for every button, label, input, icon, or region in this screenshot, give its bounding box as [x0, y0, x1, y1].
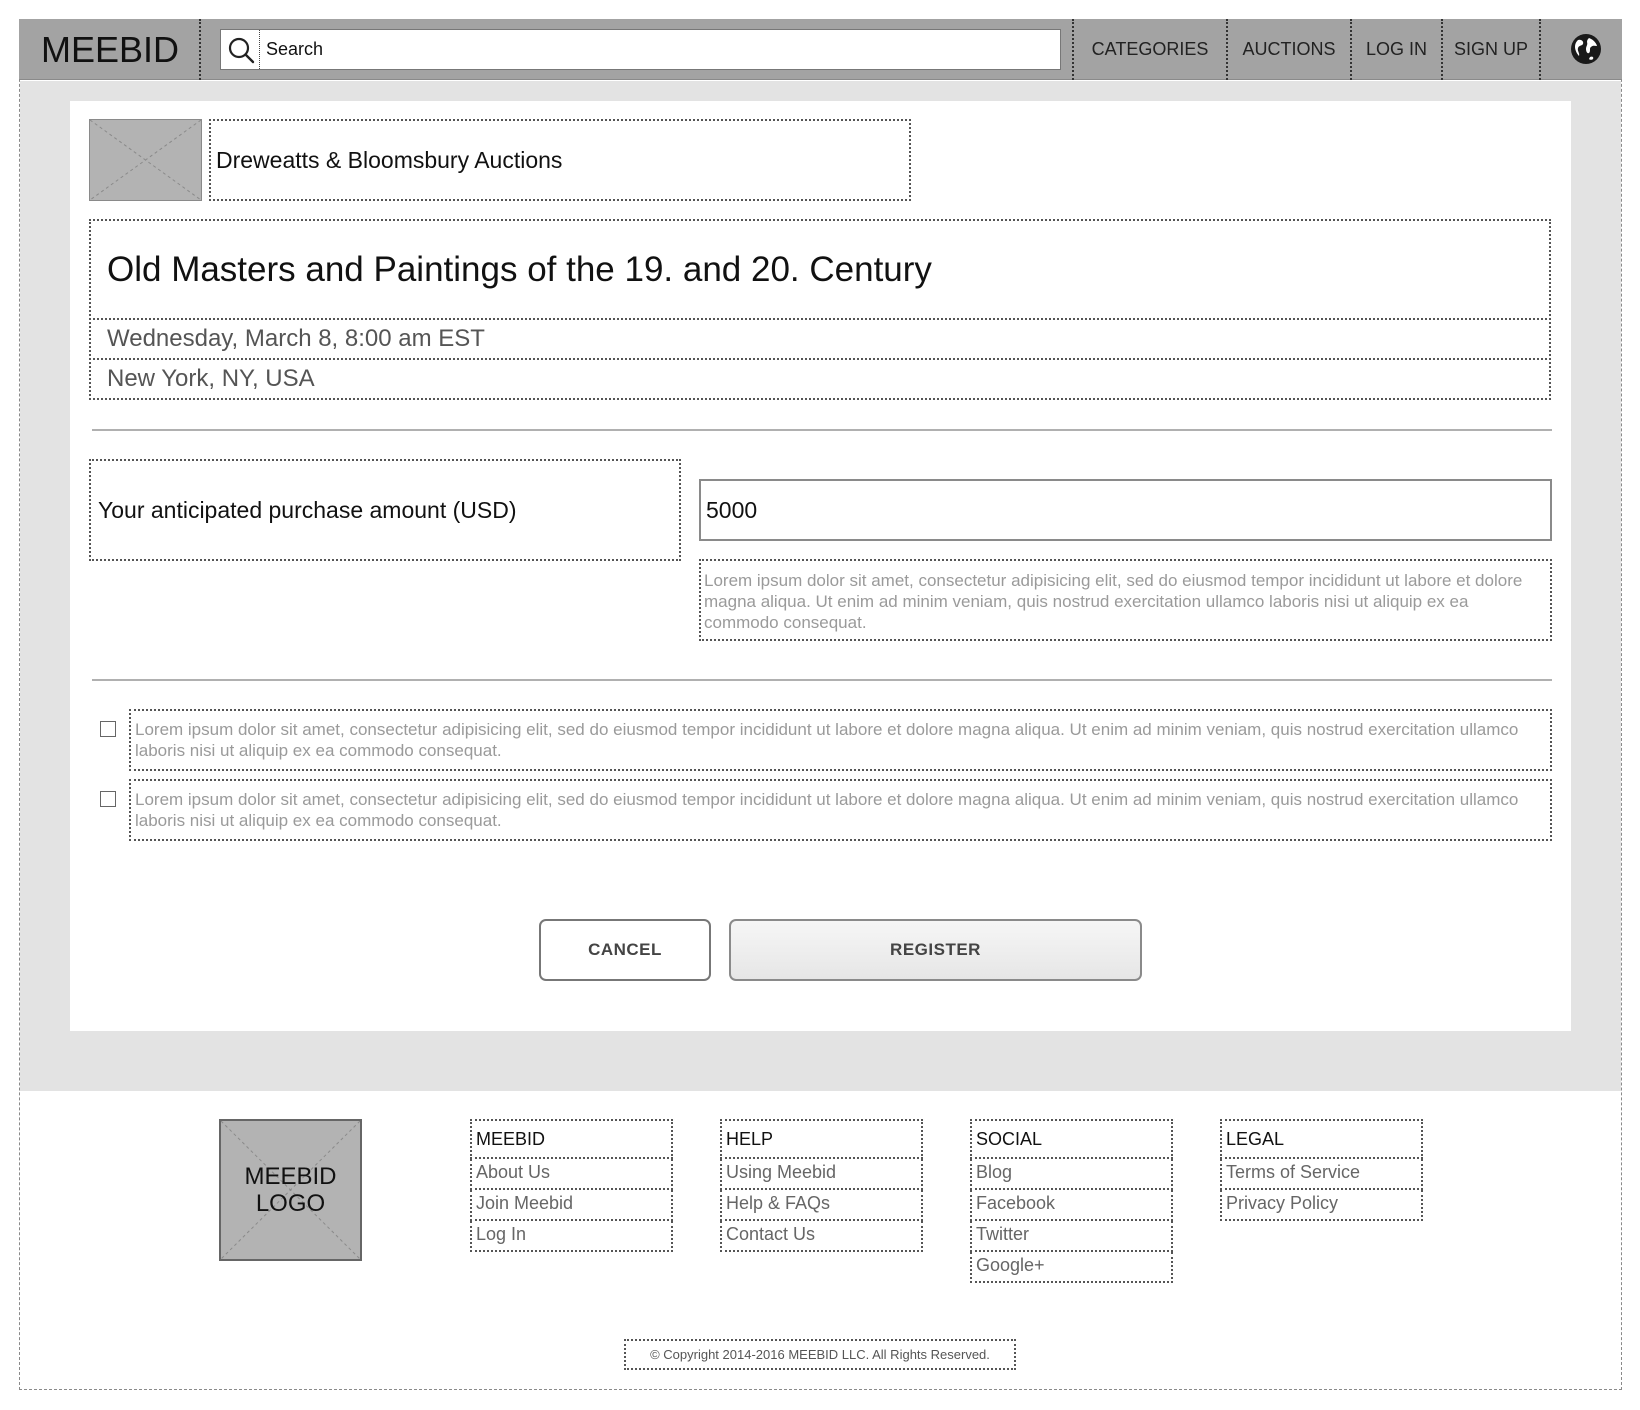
search-input[interactable]: [259, 30, 1059, 69]
auction-date: Wednesday, March 8, 8:00 am EST: [89, 318, 1551, 360]
auction-house-image: [89, 119, 202, 201]
footer-link-terms-of-service[interactable]: Terms of Service: [1220, 1159, 1423, 1190]
divider-top: [92, 429, 1552, 431]
footer-link-twitter[interactable]: Twitter: [970, 1221, 1173, 1252]
terms-text-2: Lorem ipsum dolor sit amet, consectetur …: [129, 779, 1552, 841]
top-navigation-bar: MEEBID CATEGORIES AUCTIONS LOG IN SIGN U…: [19, 19, 1622, 80]
footer-heading-social: SOCIAL: [970, 1119, 1173, 1159]
divider-bottom: [92, 679, 1552, 681]
auction-location: New York, NY, USA: [89, 358, 1551, 400]
footer-heading-meebid: MEEBID: [470, 1119, 673, 1159]
footer-link-privacy-policy[interactable]: Privacy Policy: [1220, 1190, 1423, 1221]
amount-input[interactable]: [699, 479, 1552, 541]
footer-link-blog[interactable]: Blog: [970, 1159, 1173, 1190]
nav-sign-up[interactable]: SIGN UP: [1441, 19, 1541, 80]
terms-text-1: Lorem ipsum dolor sit amet, consectetur …: [129, 709, 1552, 771]
footer-link-using-meebid[interactable]: Using Meebid: [720, 1159, 923, 1190]
image-placeholder-icon: [89, 119, 202, 201]
copyright-text: © Copyright 2014-2016 MEEBID LLC. All Ri…: [624, 1339, 1016, 1370]
brand-logo[interactable]: MEEBID: [19, 19, 201, 80]
auction-house-name[interactable]: Dreweatts & Bloomsbury Auctions: [209, 119, 911, 201]
globe-icon[interactable]: [1569, 32, 1603, 66]
footer-column-help: HELP Using Meebid Help & FAQs Contact Us: [720, 1119, 923, 1252]
amount-label: Your anticipated purchase amount (USD): [89, 459, 681, 561]
footer-logo: MEEBID LOGO: [219, 1119, 362, 1261]
footer-link-help-faqs[interactable]: Help & FAQs: [720, 1190, 923, 1221]
footer-heading-legal: LEGAL: [1220, 1119, 1423, 1159]
footer-link-join-meebid[interactable]: Join Meebid: [470, 1190, 673, 1221]
nav-auctions[interactable]: AUCTIONS: [1226, 19, 1350, 80]
footer-column-social: SOCIAL Blog Facebook Twitter Google+: [970, 1119, 1173, 1283]
terms-checkbox-2[interactable]: [100, 791, 116, 807]
footer-heading-help: HELP: [720, 1119, 923, 1159]
search-icon[interactable]: [227, 36, 255, 64]
footer-link-about-us[interactable]: About Us: [470, 1159, 673, 1190]
auction-title: Old Masters and Paintings of the 19. and…: [89, 219, 1551, 320]
footer-logo-text: MEEBID LOGO: [244, 1163, 337, 1217]
register-button[interactable]: REGISTER: [729, 919, 1142, 981]
amount-help-text: Lorem ipsum dolor sit amet, consectetur …: [699, 559, 1552, 641]
footer-link-contact-us[interactable]: Contact Us: [720, 1221, 923, 1252]
search-box[interactable]: [220, 29, 1061, 70]
terms-checkbox-1[interactable]: [100, 721, 116, 737]
footer-column-meebid: MEEBID About Us Join Meebid Log In: [470, 1119, 673, 1252]
footer-column-legal: LEGAL Terms of Service Privacy Policy: [1220, 1119, 1423, 1221]
footer-link-google-plus[interactable]: Google+: [970, 1252, 1173, 1283]
nav-categories[interactable]: CATEGORIES: [1072, 19, 1226, 80]
nav-log-in[interactable]: LOG IN: [1350, 19, 1441, 80]
footer-link-log-in[interactable]: Log In: [470, 1221, 673, 1252]
footer-link-facebook[interactable]: Facebook: [970, 1190, 1173, 1221]
cancel-button[interactable]: CANCEL: [539, 919, 711, 981]
